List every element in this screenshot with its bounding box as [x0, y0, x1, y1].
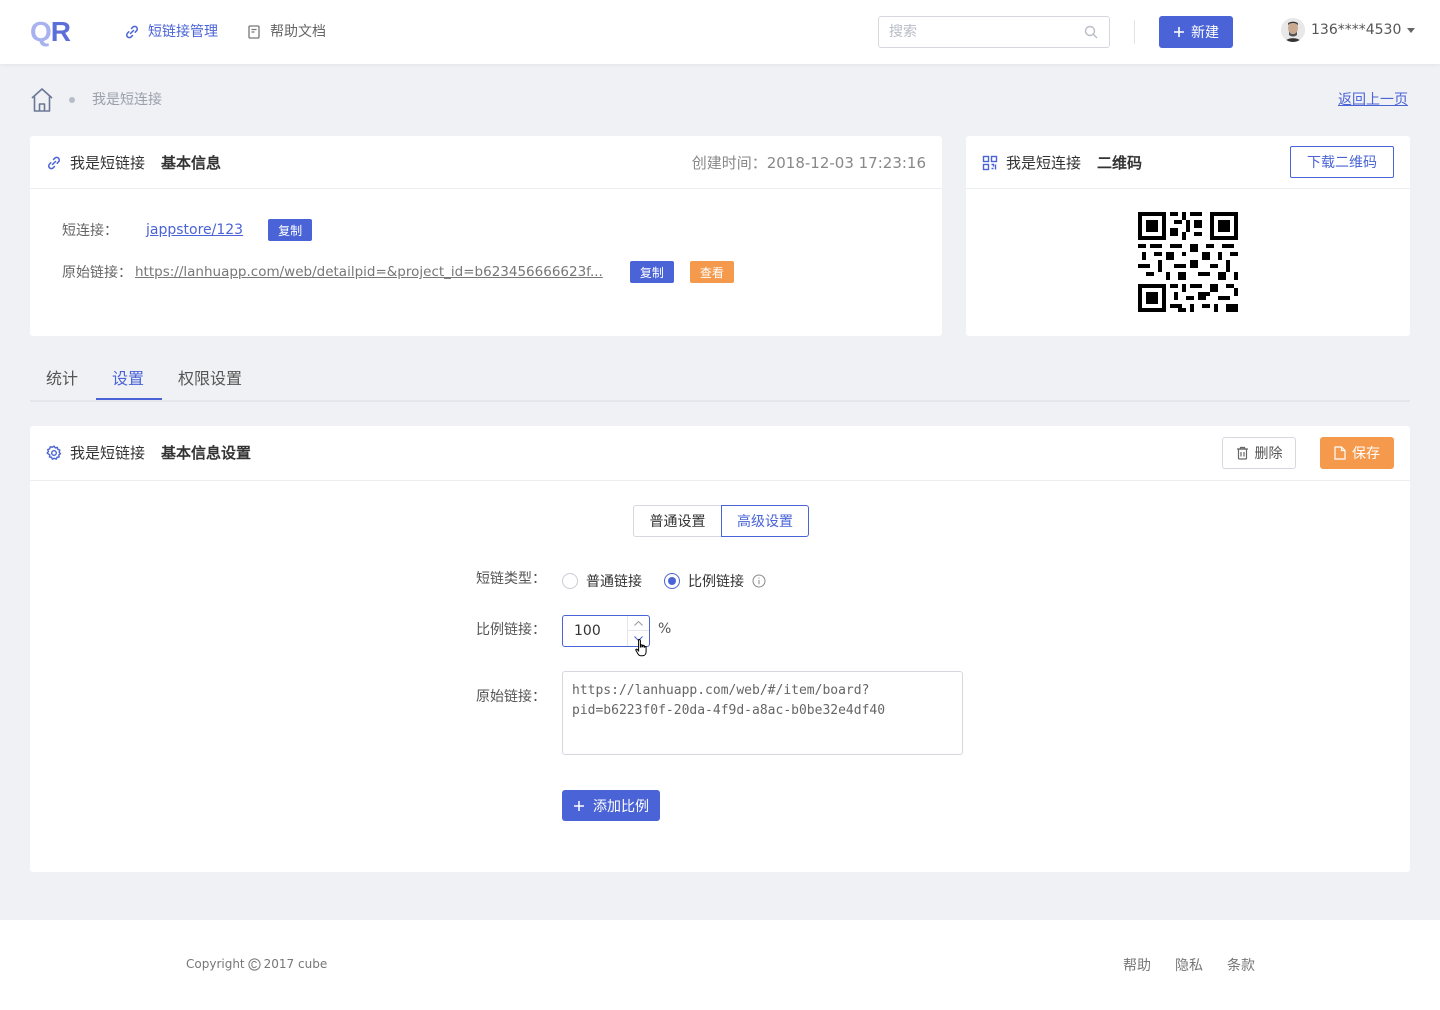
header-divider [1134, 20, 1135, 44]
radio-ratio-link[interactable]: 比例链接 [664, 571, 766, 591]
settings-section-title: 基本信息设置 [161, 444, 252, 462]
top-header: QR 短链接管理 帮助文档 新建 136****4530 [0, 0, 1440, 64]
delete-button-label: 删除 [1254, 446, 1283, 462]
copy-origin-link-button[interactable]: 复制 [629, 261, 674, 283]
segment-advanced-settings[interactable]: 高级设置 [721, 505, 809, 537]
settings-card: 我是短链接 基本信息设置 删除 保存 普通设置 高级设置 短链类型： 普通链接 … [30, 426, 1410, 872]
origin-link-label: 原始链接： [62, 265, 132, 281]
breadcrumb-separator [69, 97, 75, 103]
gear-icon [46, 445, 62, 460]
document-icon [248, 25, 260, 39]
qr-link-name: 我是短连接 [1006, 154, 1082, 172]
footer-link-help[interactable]: 帮助 [1123, 955, 1151, 975]
radio-ratio-link-label: 比例链接 [688, 574, 744, 590]
ratio-label: 比例链接： [476, 622, 546, 638]
radio-normal-link[interactable]: 普通链接 [562, 571, 642, 591]
app-logo[interactable]: QR [30, 16, 71, 48]
tab-bar: 统计 设置 权限设置 [30, 358, 1410, 402]
link-type-label: 短链类型： [476, 571, 546, 587]
stepper-up-button[interactable] [628, 616, 649, 631]
copyright-icon [248, 957, 261, 971]
plus-icon [574, 800, 584, 811]
view-origin-link-button[interactable]: 查看 [689, 261, 734, 283]
user-phone: 136****4530 [1311, 22, 1402, 38]
caret-down-icon [1407, 27, 1416, 33]
delete-button[interactable]: 删除 [1222, 437, 1296, 469]
qr-code-card: 我是短连接 二维码 下载二维码 [966, 136, 1410, 336]
link-name: 我是短链接 [70, 154, 146, 172]
basic-info-card-header: 我是短链接 基本信息 创建时间：2018-12-03 17:23:16 [30, 136, 942, 189]
hand-cursor-icon [635, 638, 647, 657]
tab-statistics[interactable]: 统计 [46, 366, 78, 392]
radio-ratio-link-circle[interactable] [664, 573, 680, 589]
link-type-radio-group: 普通链接 比例链接 [562, 571, 766, 591]
qr-grid-icon [982, 155, 998, 171]
origin-link-row: 原始链接： https://lanhuapp.com/web/detailpid… [62, 261, 734, 283]
footer: Copyright 2017 cube 帮助 隐私 条款 [0, 920, 1440, 1010]
qr-card-header: 我是短连接 二维码 下载二维码 [966, 136, 1410, 189]
short-link-row: 短连接： jappstore/123 复制 [62, 219, 313, 241]
active-tab-indicator [96, 398, 162, 400]
nav-item-short-links[interactable]: 短链接管理 [124, 22, 218, 42]
add-ratio-button[interactable]: 添加比例 [562, 790, 660, 821]
qr-card-section-title: 二维码 [1097, 154, 1143, 172]
settings-card-title: 我是短链接 基本信息设置 [46, 443, 251, 463]
file-icon [1334, 446, 1346, 460]
origin-link-value[interactable]: https://lanhuapp.com/web/detailpid=&proj… [135, 264, 603, 280]
settings-card-header: 我是短链接 基本信息设置 删除 保存 [30, 426, 1410, 481]
download-qr-button[interactable]: 下载二维码 [1290, 146, 1394, 178]
basic-info-title: 我是短链接 基本信息 [46, 153, 221, 173]
search-icon[interactable] [1084, 25, 1098, 39]
origin-link-field-label: 原始链接： [476, 689, 546, 705]
info-icon[interactable] [752, 574, 766, 588]
tab-settings[interactable]: 设置 [112, 366, 144, 392]
nav-label-help-docs: 帮助文档 [270, 24, 326, 40]
save-button[interactable]: 保存 [1320, 437, 1394, 469]
back-link[interactable]: 返回上一页 [1338, 91, 1408, 109]
footer-link-terms[interactable]: 条款 [1227, 955, 1255, 975]
copy-short-link-button[interactable]: 复制 [268, 219, 313, 241]
qr-code-image [1138, 212, 1238, 312]
basic-info-card: 我是短链接 基本信息 创建时间：2018-12-03 17:23:16 短连接：… [30, 136, 942, 336]
footer-links: 帮助 隐私 条款 [1123, 955, 1255, 975]
settings-mode-switch: 普通设置 高级设置 [633, 505, 809, 537]
new-button[interactable]: 新建 [1159, 16, 1233, 48]
search-input[interactable] [889, 17, 1079, 47]
copyright: Copyright 2017 cube [186, 957, 327, 971]
plus-icon [1174, 27, 1184, 37]
trash-icon [1236, 446, 1248, 460]
radio-normal-link-circle[interactable] [562, 573, 578, 589]
add-ratio-button-label: 添加比例 [593, 798, 649, 815]
radio-normal-link-label: 普通链接 [586, 574, 642, 590]
link-icon [126, 25, 138, 39]
ratio-input[interactable] [563, 616, 623, 646]
copyright-text: 2017 cube [263, 957, 328, 971]
nav-item-help-docs[interactable]: 帮助文档 [246, 22, 326, 42]
ratio-unit: % [658, 621, 672, 637]
short-link-value[interactable]: jappstore/123 [146, 222, 243, 238]
card-section-title: 基本信息 [161, 154, 222, 172]
breadcrumb-current: 我是短连接 [92, 92, 162, 108]
copyright-label: Copyright [186, 957, 245, 971]
segment-basic-settings[interactable]: 普通设置 [633, 505, 721, 537]
search-box [878, 16, 1110, 48]
qr-card-title: 我是短连接 二维码 [982, 153, 1142, 173]
short-link-label: 短连接： [62, 223, 118, 239]
avatar [1281, 18, 1305, 42]
user-menu[interactable]: 136****4530 [1281, 18, 1416, 42]
home-icon[interactable] [30, 87, 54, 113]
nav-label-short-links: 短链接管理 [148, 24, 218, 40]
save-button-label: 保存 [1352, 446, 1380, 462]
new-button-label: 新建 [1191, 25, 1219, 41]
link-icon [48, 156, 60, 170]
footer-link-privacy[interactable]: 隐私 [1175, 955, 1203, 975]
tab-permissions[interactable]: 权限设置 [178, 366, 242, 392]
created-time: 创建时间：2018-12-03 17:23:16 [691, 154, 926, 172]
settings-link-name: 我是短链接 [70, 444, 146, 462]
origin-link-textarea[interactable]: https://lanhuapp.com/web/#/item/board?pi… [562, 671, 963, 755]
chevron-up-icon [634, 620, 643, 626]
